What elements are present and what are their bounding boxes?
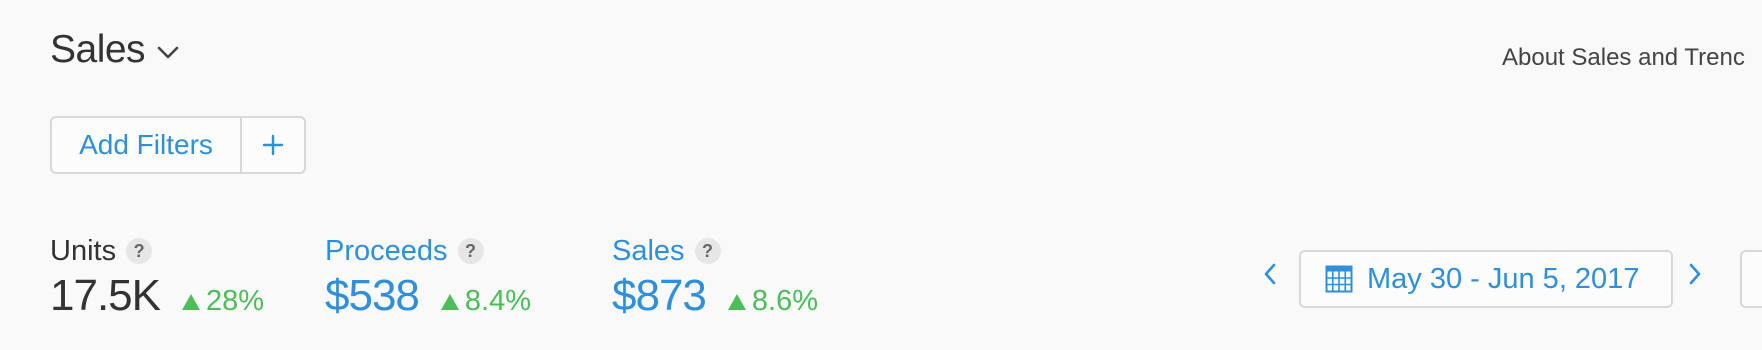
help-icon[interactable]: ? bbox=[457, 238, 484, 264]
metric-change: 8.4% bbox=[440, 285, 531, 318]
period-selector[interactable] bbox=[1740, 250, 1762, 308]
metric-value: $538 bbox=[325, 271, 420, 320]
next-period-button[interactable] bbox=[1688, 263, 1702, 290]
metric-proceeds[interactable]: Proceeds ? $538 8.4% bbox=[325, 233, 531, 321]
metric-units[interactable]: Units ? 17.5K 28% bbox=[50, 233, 264, 321]
metric-change: 28% bbox=[181, 285, 265, 318]
chevron-down-icon bbox=[157, 46, 179, 59]
metric-value: $873 bbox=[612, 271, 707, 320]
chevron-left-icon bbox=[1264, 263, 1276, 285]
help-icon[interactable]: ? bbox=[694, 238, 721, 264]
calendar-icon bbox=[1325, 265, 1353, 293]
add-filters-button[interactable]: Add Filters bbox=[52, 118, 240, 172]
metric-change-value: 28% bbox=[205, 285, 265, 317]
plus-icon bbox=[262, 134, 284, 156]
help-icon[interactable]: ? bbox=[126, 238, 153, 264]
trend-up-icon bbox=[727, 294, 746, 310]
chevron-right-icon bbox=[1689, 263, 1701, 285]
trend-up-icon bbox=[181, 294, 200, 310]
page-title-dropdown[interactable]: Sales bbox=[50, 28, 179, 72]
date-range-picker[interactable]: May 30 - Jun 5, 2017 bbox=[1299, 250, 1673, 308]
about-sales-link[interactable]: About Sales and Trenc bbox=[1502, 44, 1745, 72]
metric-sales[interactable]: Sales ? $873 8.6% bbox=[612, 233, 818, 321]
add-filter-plus-button[interactable] bbox=[242, 118, 304, 172]
metric-label: Units bbox=[50, 234, 117, 267]
metric-change-value: 8.6% bbox=[751, 285, 818, 317]
previous-period-button[interactable] bbox=[1263, 263, 1277, 290]
metric-value: 17.5K bbox=[50, 271, 161, 320]
metric-label: Sales bbox=[612, 234, 685, 267]
add-filters-control: Add Filters bbox=[50, 116, 306, 174]
metric-label: Proceeds bbox=[325, 234, 448, 267]
page-title: Sales bbox=[50, 28, 146, 71]
trend-up-icon bbox=[440, 294, 459, 310]
metric-change: 8.6% bbox=[727, 285, 818, 318]
metric-change-value: 8.4% bbox=[464, 285, 531, 317]
date-range-label: May 30 - Jun 5, 2017 bbox=[1367, 262, 1640, 295]
